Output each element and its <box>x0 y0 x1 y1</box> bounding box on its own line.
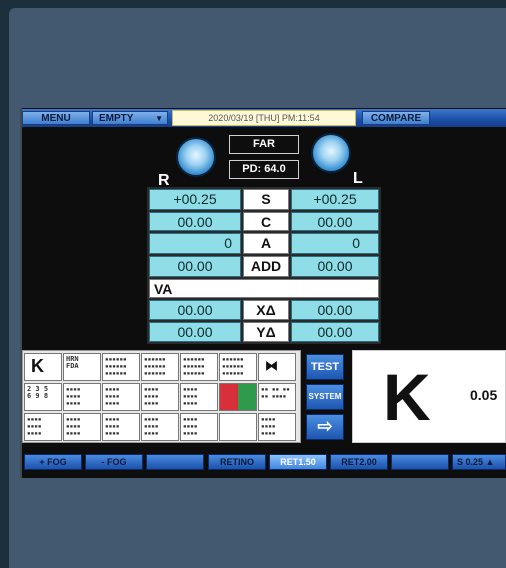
chart-letters-small-3[interactable]: ▪▪▪▪▪▪ ▪▪▪▪▪▪ ▪▪▪▪▪▪ <box>180 353 218 381</box>
compare-button[interactable]: COMPARE <box>362 111 430 125</box>
chart-letters-small-2[interactable]: ▪▪▪▪▪▪ ▪▪▪▪▪▪ ▪▪▪▪▪▪ <box>141 353 179 381</box>
chart-letters-small-1[interactable]: ▪▪▪▪▪▪ ▪▪▪▪▪▪ ▪▪▪▪▪▪ <box>102 353 140 381</box>
right-axis[interactable]: 0 <box>149 233 241 254</box>
test-button[interactable]: TEST <box>306 354 344 380</box>
right-add[interactable]: 00.00 <box>149 256 241 277</box>
red-green-chart[interactable] <box>219 383 257 411</box>
empty-button-1[interactable] <box>146 454 204 470</box>
ret150-button[interactable]: RET1.50 <box>269 454 327 470</box>
right-sphere[interactable]: +00.25 <box>149 189 241 210</box>
left-sphere[interactable]: +00.25 <box>291 189 379 210</box>
label-axis: A <box>243 233 289 254</box>
system-button[interactable]: SYSTEM <box>306 384 344 410</box>
left-cylinder[interactable]: 00.00 <box>291 212 379 231</box>
right-eye-dial-icon[interactable] <box>176 137 216 177</box>
preset-dropdown[interactable]: EMPTY ▼ <box>92 111 168 125</box>
chart-row2-4[interactable]: ▪▪▪▪ ▪▪▪▪ ▪▪▪▪ <box>180 383 218 411</box>
label-prism-x: XΔ <box>243 300 289 320</box>
right-prism-x[interactable]: 00.00 <box>149 300 241 320</box>
butterfly-icon[interactable]: ⧓ <box>258 353 296 381</box>
menu-button[interactable]: MENU <box>22 111 90 125</box>
preset-label: EMPTY <box>99 113 134 124</box>
empty-button-2[interactable] <box>391 454 449 470</box>
chart-blank[interactable] <box>219 413 257 441</box>
chart-row3-6[interactable]: ▪▪▪▪ ▪▪▪▪ ▪▪▪▪ <box>258 413 296 441</box>
chart-row3-0[interactable]: ▪▪▪▪ ▪▪▪▪ ▪▪▪▪ <box>24 413 62 441</box>
acuity-value: 0.05 <box>470 387 498 403</box>
plus-fog-button[interactable]: + FOG <box>24 454 82 470</box>
visual-acuity-row[interactable]: VA <box>149 279 379 298</box>
ret200-button[interactable]: RET2.00 <box>330 454 388 470</box>
chart-row3-1[interactable]: ▪▪▪▪ ▪▪▪▪ ▪▪▪▪ <box>63 413 101 441</box>
chart-row3-3[interactable]: ▪▪▪▪ ▪▪▪▪ ▪▪▪▪ <box>141 413 179 441</box>
right-cylinder[interactable]: 00.00 <box>149 212 241 231</box>
left-prism-x[interactable]: 00.00 <box>291 300 379 320</box>
label-sphere: S <box>243 189 289 210</box>
left-eye-label: L <box>353 170 363 187</box>
chevron-down-icon: ▼ <box>155 114 163 123</box>
left-axis[interactable]: 0 <box>291 233 379 254</box>
chart-row2-1[interactable]: ▪▪▪▪ ▪▪▪▪ ▪▪▪▪ <box>63 383 101 411</box>
label-cylinder: C <box>243 212 289 231</box>
distance-mode[interactable]: FAR <box>229 135 299 154</box>
minus-fog-button[interactable]: - FOG <box>85 454 143 470</box>
left-add[interactable]: 00.00 <box>291 256 379 277</box>
sphere-step-button[interactable]: S 0.25 ▲ <box>452 454 506 470</box>
optotype-display: K 0.05 <box>352 350 506 443</box>
pd-value[interactable]: PD: 64.0 <box>229 160 299 179</box>
optotype-letter: K <box>383 360 431 434</box>
chart-letters[interactable]: HRN FDA <box>63 353 101 381</box>
left-eye-dial-icon[interactable] <box>311 133 351 173</box>
datetime-display: 2020/03/19 [THU] PM:11:54 <box>172 110 356 126</box>
left-prism-y[interactable]: 00.00 <box>291 322 379 342</box>
chart-row2-3[interactable]: ▪▪▪▪ ▪▪▪▪ ▪▪▪▪ <box>141 383 179 411</box>
chart-k[interactable]: K <box>24 353 62 381</box>
right-prism-y[interactable]: 00.00 <box>149 322 241 342</box>
next-arrow-icon[interactable]: ⇨ <box>306 414 344 440</box>
chart-row3-2[interactable]: ▪▪▪▪ ▪▪▪▪ ▪▪▪▪ <box>102 413 140 441</box>
label-prism-y: YΔ <box>243 322 289 342</box>
label-add: ADD <box>243 256 289 277</box>
refraction-grid: +00.25 S +00.25 00.00 C 00.00 0 A 0 00.0… <box>147 187 381 344</box>
chart-numbers[interactable]: 2 3 5 6 9 8 <box>24 383 62 411</box>
chart-letters-small-4[interactable]: ▪▪▪▪▪▪ ▪▪▪▪▪▪ ▪▪▪▪▪▪ <box>219 353 257 381</box>
chart-row2-2[interactable]: ▪▪▪▪ ▪▪▪▪ ▪▪▪▪ <box>102 383 140 411</box>
chart-row3-4[interactable]: ▪▪▪▪ ▪▪▪▪ ▪▪▪▪ <box>180 413 218 441</box>
chart-row2-6[interactable]: ▪▪ ▪▪ ▪▪ ▪▪ ▪▪▪▪ <box>258 383 296 411</box>
retino-button[interactable]: RETINO <box>208 454 266 470</box>
